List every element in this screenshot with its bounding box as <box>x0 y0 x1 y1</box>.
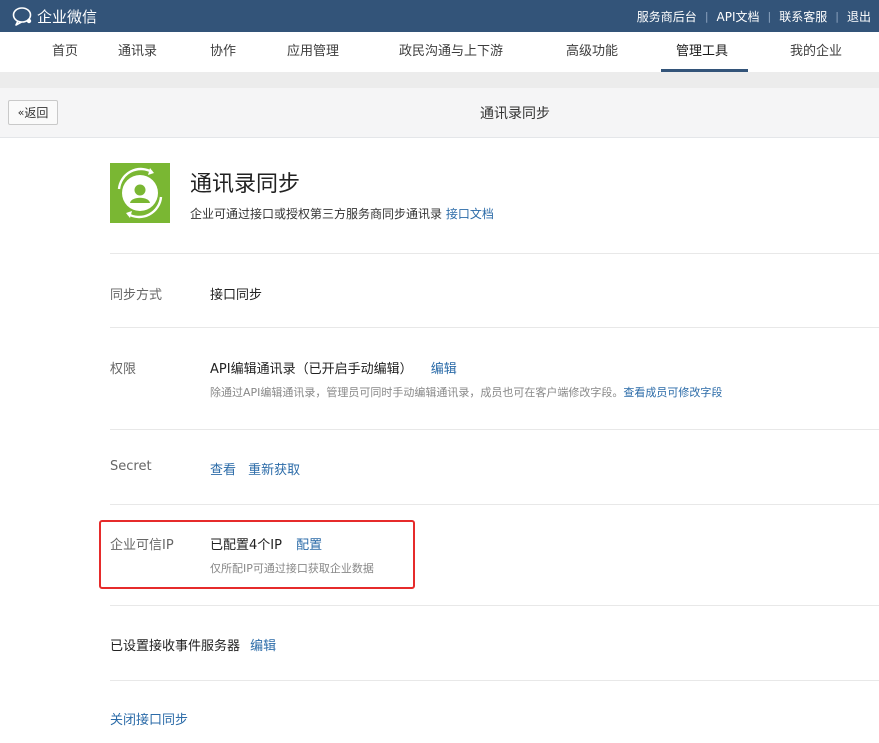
api-docs-link[interactable]: API文档 <box>717 8 760 25</box>
event-server-row: 已设置接收事件服务器 编辑 <box>110 635 276 654</box>
permission-edit-link[interactable]: 编辑 <box>431 362 457 377</box>
divider <box>110 605 879 606</box>
app-title: 通讯录同步 <box>190 172 301 197</box>
brand-name: 企业微信 <box>37 7 98 26</box>
logout-link[interactable]: 退出 <box>847 8 871 25</box>
link-separator: | <box>835 10 839 23</box>
close-api-sync-link[interactable]: 关闭接口同步 <box>110 709 188 728</box>
secret-view-link[interactable]: 查看 <box>210 463 236 478</box>
top-bar: 企业微信 服务商后台 | API文档 | 联系客服 | 退出 <box>0 0 879 32</box>
divider <box>110 253 879 254</box>
permission-label: 权限 <box>110 362 137 377</box>
brand[interactable]: 企业微信 <box>12 6 97 26</box>
divider <box>110 504 879 505</box>
top-links: 服务商后台 | API文档 | 联系客服 | 退出 <box>637 8 871 25</box>
app-description-text: 企业可通过接口或授权第三方服务商同步通讯录 <box>190 207 443 221</box>
contact-sync-icon <box>110 163 170 223</box>
divider <box>110 327 879 328</box>
nav-my-company[interactable]: 我的企业 <box>790 32 842 72</box>
nav-admin-tools[interactable]: 管理工具 <box>676 32 728 72</box>
double-chevron-left-icon: « <box>17 106 25 119</box>
section-gap <box>0 72 879 88</box>
nav-gov-upstream[interactable]: 政民沟通与上下游 <box>399 32 503 72</box>
back-button[interactable]: « 返回 <box>8 100 58 125</box>
api-doc-link[interactable]: 接口文档 <box>446 207 494 221</box>
secret-refresh-link[interactable]: 重新获取 <box>248 463 300 478</box>
page-title: 通讯录同步 <box>480 106 550 122</box>
divider <box>110 429 879 430</box>
permission-value-text: API编辑通讯录（已开启手动编辑） <box>210 362 413 377</box>
wecom-logo-icon <box>12 7 32 26</box>
view-editable-fields-link[interactable]: 查看成员可修改字段 <box>623 386 722 399</box>
link-separator: | <box>704 10 709 23</box>
event-server-edit-link[interactable]: 编辑 <box>250 639 276 654</box>
nav-collaboration[interactable]: 协作 <box>210 32 236 72</box>
permission-note: 除通过API编辑通讯录，管理员可同时手动编辑通讯录，成员也可在客户端修改字段。查… <box>210 384 722 400</box>
divider <box>110 680 879 681</box>
secret-label: Secret <box>110 459 152 474</box>
nav-advanced[interactable]: 高级功能 <box>566 32 618 72</box>
provider-console-link[interactable]: 服务商后台 <box>637 8 697 25</box>
main-nav: 首页 通讯录 协作 应用管理 政民沟通与上下游 高级功能 管理工具 我的企业 <box>0 32 879 72</box>
page-header-bar <box>0 88 879 138</box>
link-separator: | <box>767 10 772 23</box>
contact-support-link[interactable]: 联系客服 <box>779 8 827 25</box>
back-label: 返回 <box>24 106 49 120</box>
secret-actions: 查看 重新获取 <box>210 459 300 478</box>
sync-method-value: 接口同步 <box>210 288 263 303</box>
permission-note-text: 除通过API编辑通讯录，管理员可同时手动编辑通讯录，成员也可在客户端修改字段。 <box>210 386 624 399</box>
sync-method-label: 同步方式 <box>110 288 163 303</box>
nav-contacts[interactable]: 通讯录 <box>118 32 157 72</box>
event-server-text: 已设置接收事件服务器 <box>110 639 241 654</box>
nav-home[interactable]: 首页 <box>52 32 78 72</box>
permission-value: API编辑通讯录（已开启手动编辑） 编辑 <box>210 358 457 377</box>
app-description: 企业可通过接口或授权第三方服务商同步通讯录 接口文档 <box>190 205 494 222</box>
nav-app-management[interactable]: 应用管理 <box>287 32 339 72</box>
highlight-annotation <box>99 520 415 589</box>
